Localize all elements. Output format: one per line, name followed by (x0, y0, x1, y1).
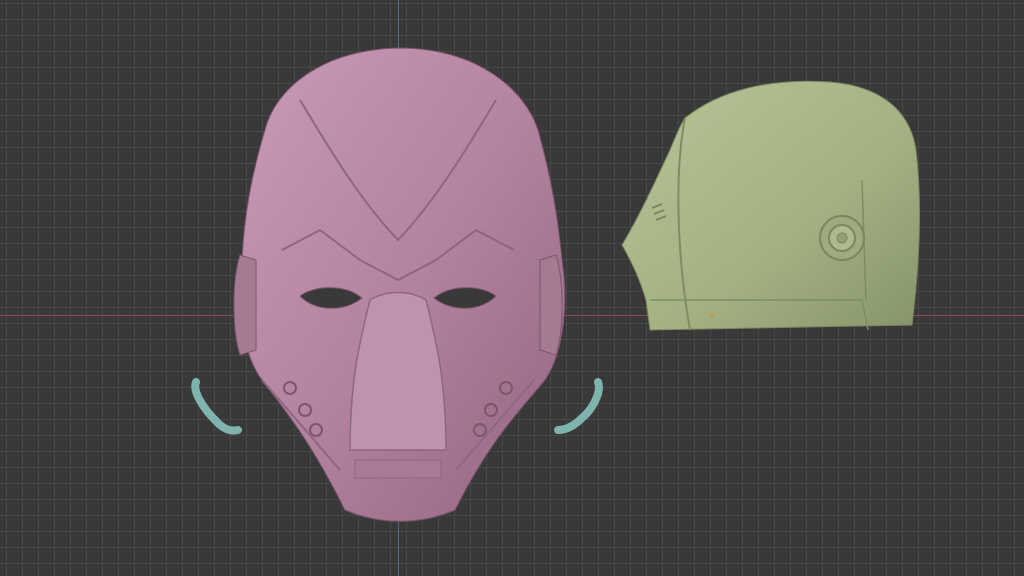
strap-left-model[interactable] (191, 378, 242, 435)
scene-objects (191, 47, 920, 522)
3d-viewport[interactable] (0, 0, 1024, 576)
strap-right-model[interactable] (554, 378, 603, 434)
helmet-side-model[interactable] (621, 80, 920, 331)
mask-front-model[interactable] (233, 47, 566, 522)
